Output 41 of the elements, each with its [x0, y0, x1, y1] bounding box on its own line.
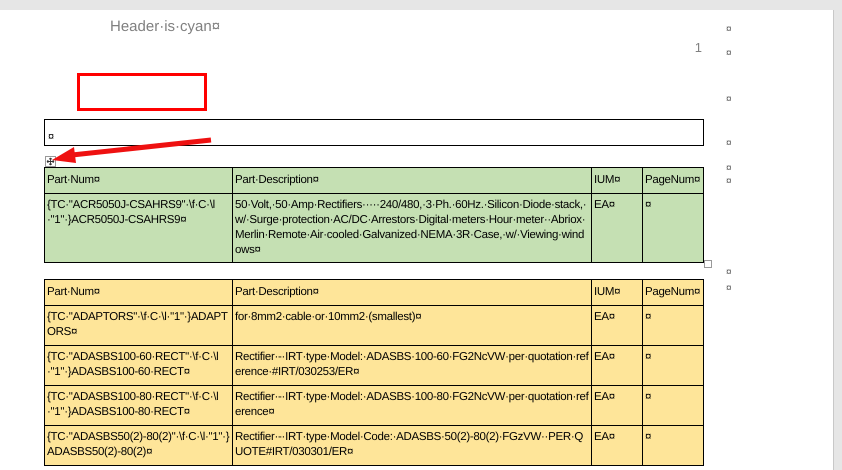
- paragraph-mark: ¤: [726, 93, 732, 106]
- table-cell: EA¤: [591, 306, 642, 345]
- table-cell: EA¤: [591, 426, 642, 465]
- table-move-handle-icon[interactable]: [45, 156, 56, 167]
- table-cell: ¤: [642, 194, 705, 262]
- table-cell: EA¤: [591, 346, 642, 385]
- column-header: IUM¤: [591, 168, 642, 193]
- column-header: Part·Description¤: [232, 168, 591, 193]
- paragraph-mark: ¤: [726, 137, 732, 150]
- table-cell: 50·Volt,·50·Amp·Rectifiers·····240/480,·3·Ph.·60Hz.·Silicon·Diode·stack,·w/·Surge·protection·AC/DC·Arrestors·Digital·meters·Hour·meter··Abriox·Merlin·Remote·Air·cooled·Galvanized·NEMA·3R·Case,·w/·Viewing·windows¤: [232, 194, 591, 262]
- table-cell: ¤: [642, 426, 705, 465]
- table-cell: Rectifier·-·IRT·type·Model:·ADASBS·100-60·FG2NcVW·per·quotation·reference·#IRT/030253/ER¤: [232, 346, 591, 385]
- table-resize-handle[interactable]: [704, 260, 712, 268]
- column-header: Part·Num¤: [46, 173, 101, 188]
- paragraph-mark: ¤: [726, 175, 732, 188]
- column-header: IUM¤: [591, 280, 642, 305]
- paragraph-mark: ¤: [726, 162, 732, 175]
- table-cell: EA¤: [591, 386, 642, 425]
- paragraph-mark: ¤: [726, 266, 732, 279]
- paragraph-mark: ¤: [726, 282, 732, 295]
- table-cell: EA¤: [591, 194, 642, 262]
- table-cell: Rectifier·-·IRT·type·Model:·ADASBS·100-80·FG2NcVW·per·quotation·reference¤: [232, 386, 591, 425]
- column-header: Part·Num¤: [46, 285, 101, 300]
- table-cell-text: {TC·"ADASBS100-80·RECT"·\f·C·\l·"1"·}ADASBS100-80·RECT¤: [46, 390, 220, 420]
- column-header: PageNum¤: [642, 280, 705, 305]
- paragraph-mark: ¤: [726, 23, 732, 36]
- table-cell: ¤: [642, 346, 705, 385]
- table-cell: ¤: [642, 386, 705, 425]
- table-cell-text: {TC·"ADAPTORS"·\f·C·\l·"1"·}ADAPTORS¤: [46, 310, 229, 340]
- page-number: 1: [694, 39, 702, 57]
- table-cell: Rectifier·-·IRT·type·Model·Code:·ADASBS·50(2)-80(2)·FGzVW··PER·QUOTE#IRT/030301/ER¤: [232, 426, 591, 465]
- table-cell: ¤: [48, 131, 54, 143]
- column-header: PageNum¤: [642, 168, 705, 193]
- table-cell-text: {TC·"ADASBS100-60·RECT"·\f·C·\l·"1"·}ADASBS100-60·RECT¤: [46, 350, 220, 380]
- paragraph-mark: ¤: [726, 47, 732, 60]
- table-cell: ¤: [642, 306, 705, 345]
- header-text: Header·is·cyan¤: [110, 18, 220, 35]
- table-cell-text: {TC·"ACR5050J-CSAHRS9"·\f·C·\l·"1"·}ACR5050J-CSAHRS9¤: [46, 198, 216, 228]
- table-cell-text: {TC·"ADASBS50(2)-80(2)"·\f·C·\l·"1"·}ADASBS50(2)-80(2)¤: [46, 430, 230, 460]
- table-cell: for·8mm2·cable·or·10mm2·(smallest)¤: [232, 306, 591, 345]
- column-header: Part·Description¤: [232, 280, 591, 305]
